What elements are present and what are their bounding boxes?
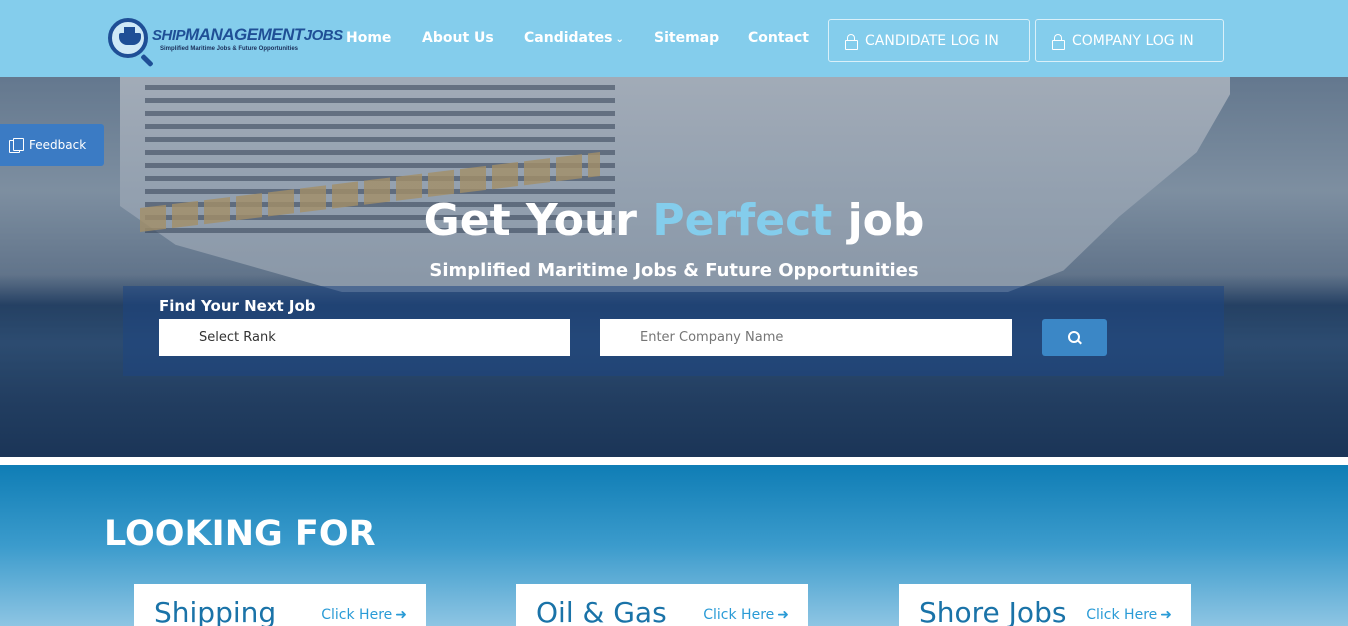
candidate-login-label: CANDIDATE LOG IN xyxy=(865,32,999,49)
logo-title-suffix: JOBS xyxy=(303,27,343,44)
job-search-panel: Find Your Next Job Select Rank xyxy=(123,286,1224,376)
chevron-down-icon: ⌄ xyxy=(615,34,624,45)
card-link[interactable]: Click Here ➜ xyxy=(1086,607,1172,623)
arrow-right-icon: ➜ xyxy=(1160,607,1172,623)
hero-subtitle: Simplified Maritime Jobs & Future Opport… xyxy=(429,260,919,281)
lock-icon xyxy=(1052,33,1065,50)
search-button[interactable] xyxy=(1042,319,1107,356)
logo-ship-icon xyxy=(119,27,141,45)
company-login-label: COMPANY LOG IN xyxy=(1072,32,1194,49)
document-icon xyxy=(9,138,24,153)
site-logo[interactable]: SHIPMANAGEMENTJOBS Simplified Maritime J… xyxy=(108,18,343,62)
search-label: Find Your Next Job xyxy=(159,297,316,315)
rank-select[interactable]: Select Rank xyxy=(159,319,570,356)
looking-for-title: LOOKING FOR xyxy=(104,514,376,554)
logo-title: SHIPMANAGEMENTJOBS xyxy=(152,25,343,45)
search-icon xyxy=(1067,330,1082,345)
section-divider xyxy=(0,457,1348,465)
lock-icon xyxy=(845,33,858,50)
logo-magnifier-icon xyxy=(108,18,148,58)
arrow-right-icon: ➜ xyxy=(777,607,789,623)
card-title: Oil & Gas xyxy=(536,596,667,626)
candidate-login-button[interactable]: CANDIDATE LOG IN xyxy=(828,19,1030,62)
company-name-input[interactable] xyxy=(600,319,1012,356)
category-card-oil-gas[interactable]: Oil & Gas Click Here ➜ xyxy=(516,584,808,626)
company-login-button[interactable]: COMPANY LOG IN xyxy=(1035,19,1224,62)
logo-title-prefix: SHIP xyxy=(152,27,186,44)
nav-sitemap[interactable]: Sitemap xyxy=(654,30,719,46)
category-card-shipping[interactable]: Shipping Click Here ➜ xyxy=(134,584,426,626)
card-link-label: Click Here xyxy=(703,607,775,623)
looking-for-section: LOOKING FOR Shipping Click Here ➜ Oil & G… xyxy=(0,465,1348,626)
site-header: SHIPMANAGEMENTJOBS Simplified Maritime J… xyxy=(0,0,1348,77)
hero-title-start: Get Your xyxy=(423,195,638,246)
hero-title-accent: Perfect xyxy=(652,195,833,246)
card-title: Shore Jobs xyxy=(919,596,1067,626)
category-card-shore-jobs[interactable]: Shore Jobs Click Here ➜ xyxy=(899,584,1191,626)
nav-home[interactable]: Home xyxy=(346,30,391,46)
card-link[interactable]: Click Here ➜ xyxy=(703,607,789,623)
hero-title-end: job xyxy=(847,195,925,246)
feedback-tab[interactable]: Feedback xyxy=(0,124,104,166)
hero-section: Get Your Perfect job Simplified Maritime… xyxy=(0,77,1348,457)
nav-contact[interactable]: Contact xyxy=(748,30,809,46)
arrow-right-icon: ➜ xyxy=(395,607,407,623)
nav-candidates-label: Candidates xyxy=(524,30,613,46)
logo-title-main: MANAGEMENT xyxy=(185,25,304,44)
logo-tagline: Simplified Maritime Jobs & Future Opport… xyxy=(160,46,299,52)
card-link-label: Click Here xyxy=(1086,607,1158,623)
hero-title: Get Your Perfect job xyxy=(0,195,1348,246)
card-link-label: Click Here xyxy=(321,607,393,623)
card-link[interactable]: Click Here ➜ xyxy=(321,607,407,623)
nav-about-us[interactable]: About Us xyxy=(422,30,494,46)
feedback-label: Feedback xyxy=(29,138,87,152)
card-title: Shipping xyxy=(154,596,277,626)
nav-candidates[interactable]: Candidates ⌄ xyxy=(524,30,624,46)
